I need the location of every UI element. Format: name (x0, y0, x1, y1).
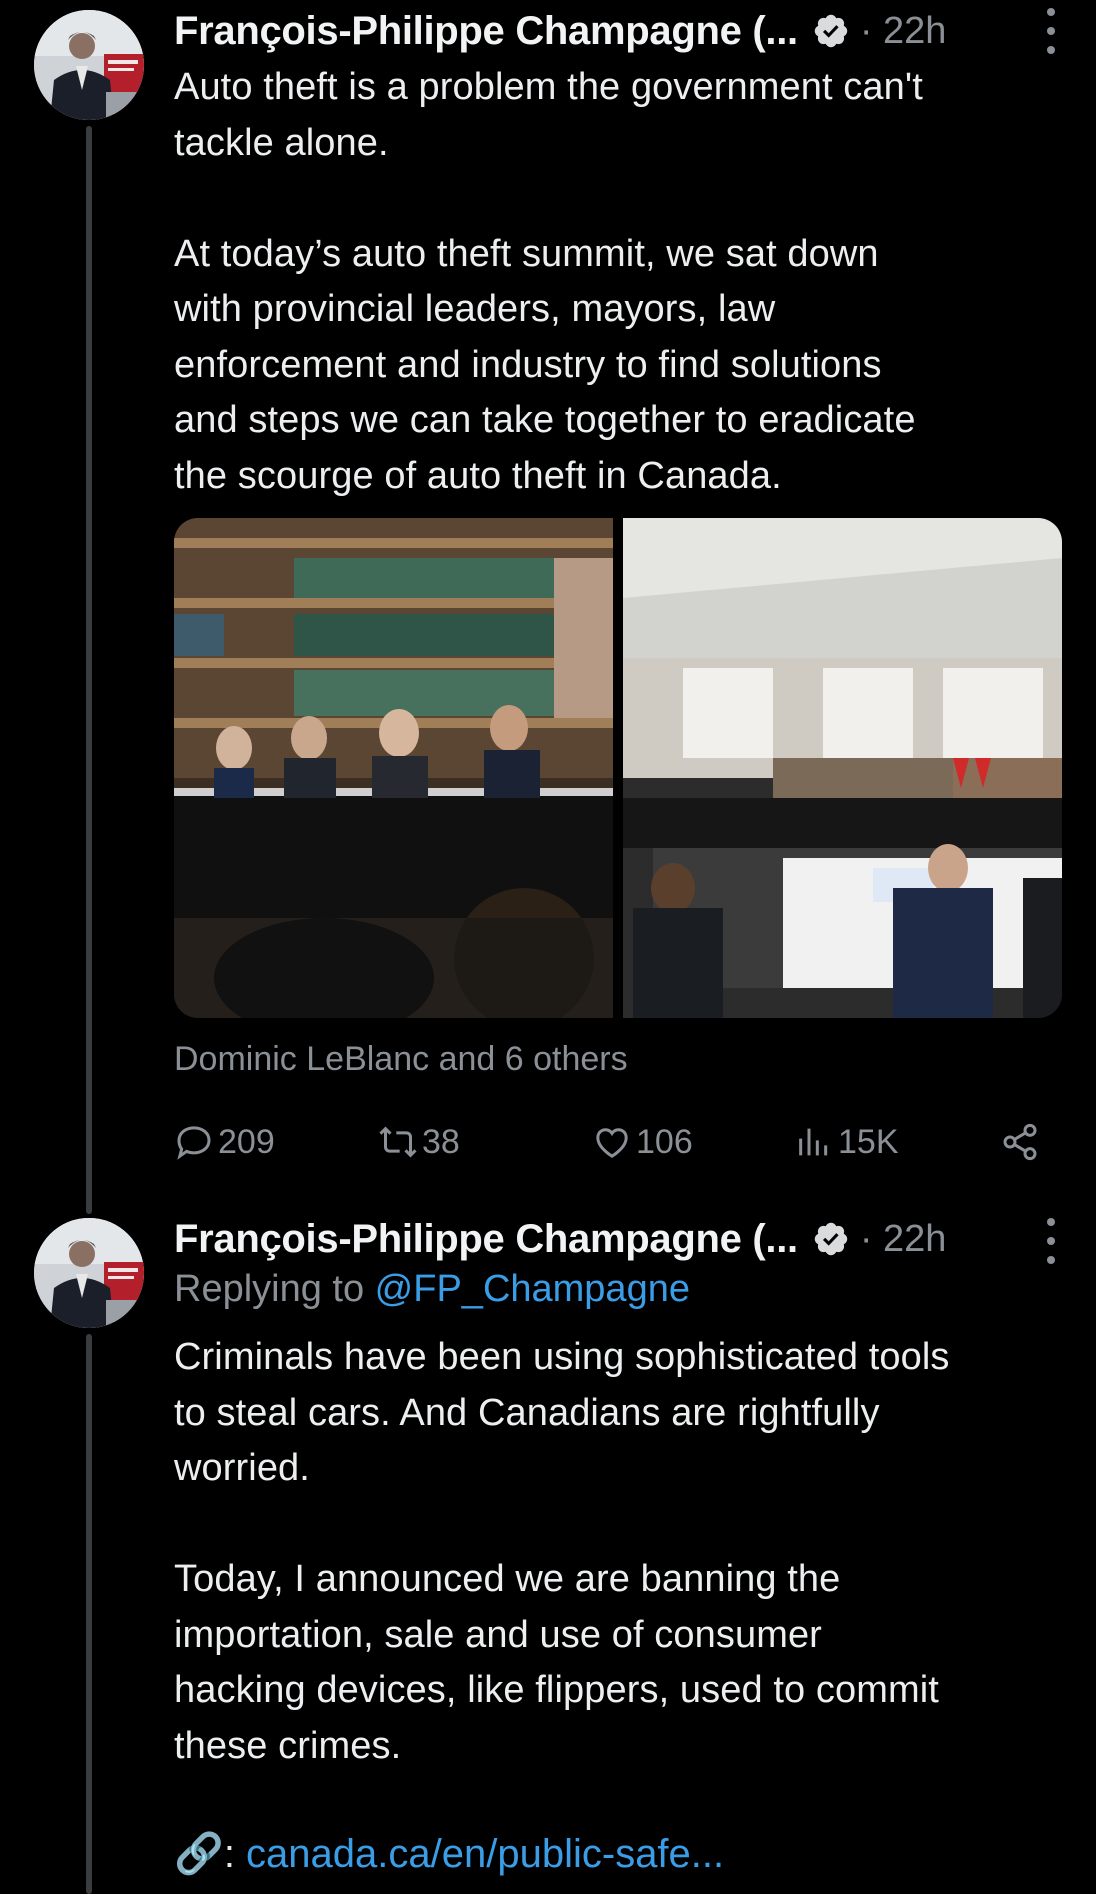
retweet-icon (379, 1126, 417, 1158)
photo-2[interactable] (623, 518, 1062, 1018)
reply-icon (177, 1126, 211, 1160)
tweet-text: Criminals have been using sophisticated … (174, 1336, 950, 1767)
tweet-time[interactable]: · 22h (860, 1218, 947, 1261)
heart-icon (596, 1128, 628, 1158)
like-button[interactable]: 106 (592, 1114, 693, 1170)
tweet[interactable]: François-Philippe Champagne (... · 22h R… (0, 1210, 1096, 1893)
share-button[interactable] (1000, 1114, 1044, 1170)
views-icon (799, 1128, 828, 1156)
tweet-header: François-Philippe Champagne (... · 22h (174, 6, 1076, 56)
view-count: 15K (838, 1122, 899, 1161)
more-options-icon[interactable] (1044, 1218, 1058, 1264)
tweet-time[interactable]: · 22h (860, 10, 947, 53)
replying-to: Replying to @FP_Champagne (174, 1268, 690, 1311)
like-count: 106 (636, 1122, 693, 1161)
tweet-actions: 209 38 106 15K (174, 1114, 1044, 1170)
replying-handle-link[interactable]: @FP_Champagne (375, 1268, 690, 1310)
photo-1[interactable] (174, 518, 613, 1018)
link-icon: 🔗 (174, 1832, 224, 1876)
views-button[interactable]: 15K (794, 1114, 899, 1170)
author-name[interactable]: François-Philippe Champagne (... (174, 1217, 798, 1262)
tweet[interactable]: François-Philippe Champagne (... · 22h A… (0, 0, 1096, 1210)
external-link[interactable]: canada.ca/en/public-safe... (246, 1832, 724, 1876)
author-avatar[interactable] (34, 1218, 144, 1328)
reply-count: 209 (218, 1122, 275, 1161)
share-icon (1003, 1123, 1037, 1161)
tweet-header: François-Philippe Champagne (... · 22h (174, 1214, 1076, 1264)
author-avatar[interactable] (34, 10, 144, 120)
verified-badge-icon (814, 1222, 848, 1256)
retweet-count: 38 (422, 1122, 460, 1161)
link-separator: : (223, 1832, 247, 1876)
tweet-media[interactable] (174, 518, 1062, 1018)
tweet-link-line: 🔗: canada.ca/en/public-safe... (174, 1830, 724, 1877)
tweet-text: Auto theft is a problem the government c… (174, 66, 923, 497)
tagged-users[interactable]: Dominic LeBlanc and 6 others (174, 1040, 628, 1079)
author-name[interactable]: François-Philippe Champagne (... (174, 9, 798, 54)
replying-prefix: Replying to (174, 1268, 375, 1310)
retweet-button[interactable]: 38 (378, 1114, 460, 1170)
reply-button[interactable]: 209 (174, 1114, 275, 1170)
more-options-icon[interactable] (1044, 8, 1058, 54)
verified-badge-icon (814, 14, 848, 48)
